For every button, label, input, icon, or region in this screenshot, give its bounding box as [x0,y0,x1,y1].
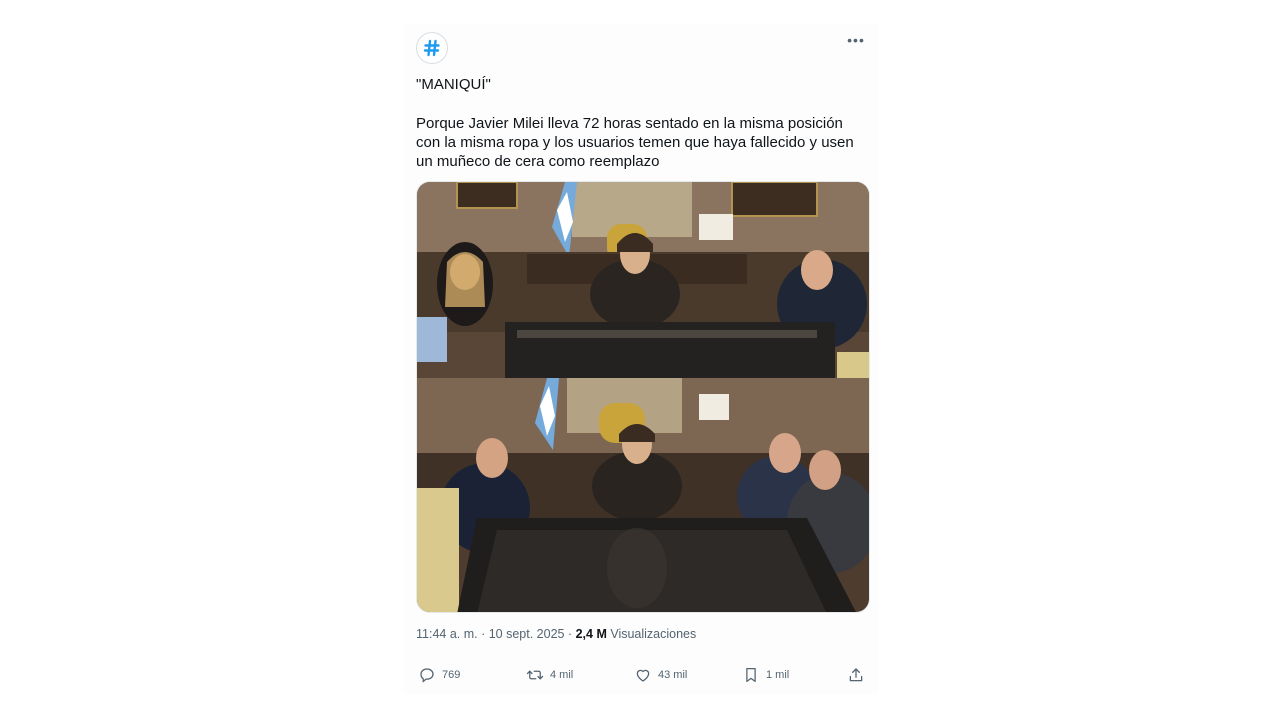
avatar[interactable] [416,32,448,64]
reply-button[interactable]: 769 [418,666,460,684]
more-options-button[interactable]: ••• [842,28,870,52]
reply-icon [420,668,434,683]
views-count: 2,4 M [575,627,607,641]
post-time[interactable]: 11:44 a. m. [416,627,478,641]
action-bar: 769 4 mil 43 mil 1 mil [416,666,868,686]
photo-top [417,182,869,378]
post-date[interactable]: 10 sept. 2025 [489,627,565,641]
post-meta: 11:44 a. m. · 10 sept. 2025 · 2,4 M Visu… [416,627,696,641]
bookmark-icon [746,667,756,683]
post-media[interactable] [416,181,870,613]
reply-count: 769 [442,669,461,681]
post-card: ••• "MANIQUÍ" Porque Javier Milei lleva … [404,24,878,694]
post-headline: "MANIQUÍ" [416,76,491,93]
bookmark-count: 1 mil [766,669,790,681]
repost-icon [526,670,544,680]
share-button[interactable] [847,666,865,684]
meta-separator: · [477,627,489,641]
meta-separator: · [564,627,576,641]
share-icon [849,668,863,682]
like-count: 43 mil [658,669,688,681]
repost-button[interactable]: 4 mil [526,666,573,684]
photo-bottom [417,378,869,612]
post-body: Porque Javier Milei lleva 72 horas senta… [416,115,854,170]
repost-count: 4 mil [550,669,574,681]
heart-icon [636,669,650,682]
bookmark-button[interactable]: 1 mil [742,666,789,684]
hashtag-icon [423,39,440,57]
like-button[interactable]: 43 mil [634,666,687,684]
more-icon: ••• [847,32,865,48]
views-label: Visualizaciones [606,627,697,641]
